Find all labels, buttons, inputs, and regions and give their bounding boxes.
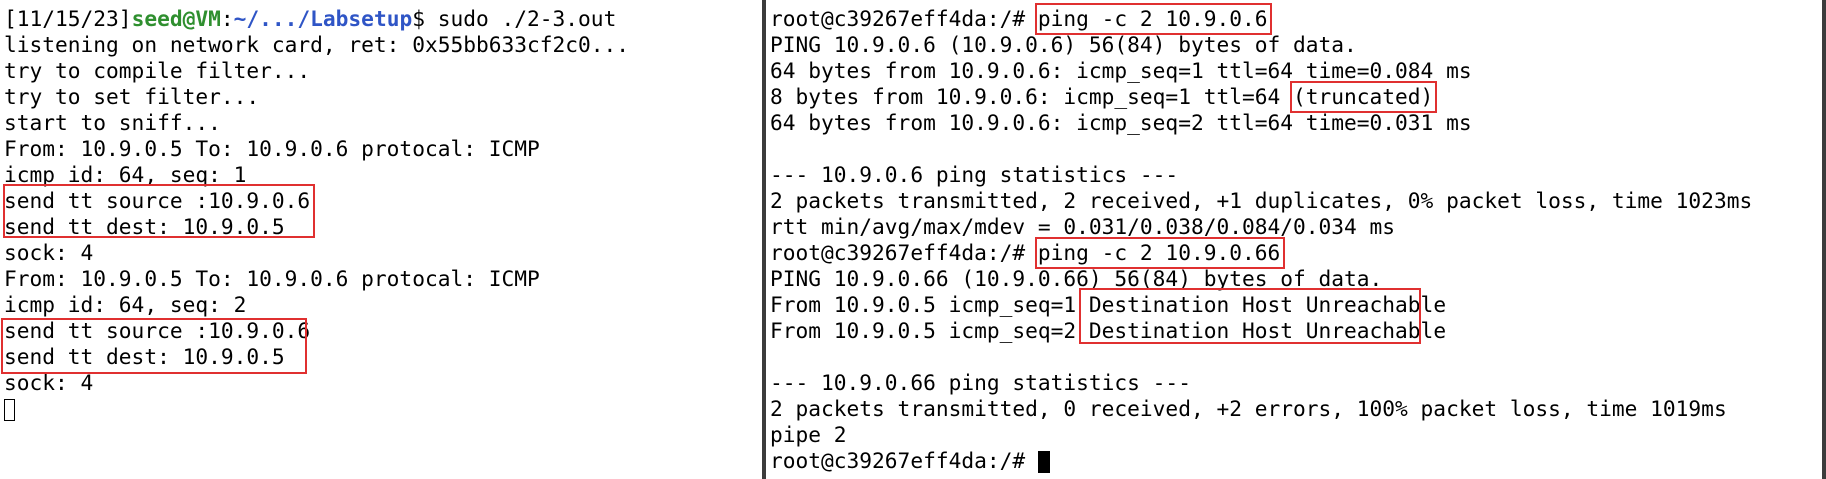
output-line: sock: 4 <box>4 240 94 265</box>
ping2-stats-header: --- 10.9.0.66 ping statistics --- <box>770 370 1191 395</box>
unreachable-line-1: From 10.9.0.5 icmp_seq=1 Destination Hos… <box>770 292 1826 318</box>
output-line-dest-2: send tt dest: 10.9.0.5 <box>4 344 285 369</box>
left-terminal[interactable]: [11/15/23]seed@VM:~/.../Labsetup$ sudo .… <box>0 0 762 479</box>
left-command: sudo ./2-3.out <box>424 6 617 31</box>
window-edge <box>1822 0 1826 479</box>
ping2-stats-summary: 2 packets transmitted, 0 received, +2 er… <box>770 396 1727 421</box>
ping1-stats-summary: 2 packets transmitted, 2 received, +1 du… <box>770 188 1753 213</box>
ping2-header: PING 10.9.0.66 (10.9.0.66) 56(84) bytes … <box>770 266 1383 291</box>
output-line: icmp id: 64, seq: 2 <box>4 292 247 317</box>
output-line: From: 10.9.0.5 To: 10.9.0.6 protocal: IC… <box>4 136 540 161</box>
prompt-symbol: $ <box>412 6 425 31</box>
command-ping-10-9-0-6: ping -c 2 10.9.0.6 <box>1037 6 1268 31</box>
root-prompt: root@c39267eff4da:/# <box>770 448 1038 473</box>
output-line: From: 10.9.0.5 To: 10.9.0.6 protocal: IC… <box>4 266 540 291</box>
screen: [11/15/23]seed@VM:~/.../Labsetup$ sudo .… <box>0 0 1826 479</box>
output-line: listening on network card, ret: 0x55bb63… <box>4 32 630 57</box>
output-line-source-1: send tt source :10.9.0.6 <box>4 188 311 213</box>
prompt-line-2: root@c39267eff4da:/# ping -c 2 10.9.0.66 <box>770 240 1826 266</box>
prompt-date: [11/15/23] <box>4 6 132 31</box>
output-line-source-2: send tt source :10.9.0.6 <box>4 318 311 343</box>
ping1-truncated-line: 8 bytes from 10.9.0.6: icmp_seq=1 ttl=64… <box>770 84 1826 110</box>
prompt-path: ~/.../Labsetup <box>233 6 413 31</box>
truncated-label: (truncated) <box>1293 84 1434 109</box>
prompt-line-3: root@c39267eff4da:/# <box>770 448 1826 474</box>
ping1-stats-header: --- 10.9.0.6 ping statistics --- <box>770 162 1179 187</box>
unreachable-message: Destination Host Unreachable <box>1088 292 1447 317</box>
left-terminal-output: [11/15/23]seed@VM:~/.../Labsetup$ sudo .… <box>4 6 762 422</box>
output-line: try to set filter... <box>4 84 260 109</box>
output-line: try to compile filter... <box>4 58 311 83</box>
root-prompt: root@c39267eff4da:/# <box>770 240 1038 265</box>
ping1-reply-1: 64 bytes from 10.9.0.6: icmp_seq=1 ttl=6… <box>770 58 1472 83</box>
command-ping-10-9-0-66: ping -c 2 10.9.0.66 <box>1037 240 1281 265</box>
root-prompt: root@c39267eff4da:/# <box>770 6 1038 31</box>
left-cursor-line <box>4 396 762 422</box>
ping1-rtt: rtt min/avg/max/mdev = 0.031/0.038/0.084… <box>770 214 1396 239</box>
left-prompt-line: [11/15/23]seed@VM:~/.../Labsetup$ sudo .… <box>4 6 762 32</box>
ping1-reply-2: 64 bytes from 10.9.0.6: icmp_seq=2 ttl=6… <box>770 110 1472 135</box>
output-line: start to sniff... <box>4 110 221 135</box>
output-line: sock: 4 <box>4 370 94 395</box>
ping1-header: PING 10.9.0.6 (10.9.0.6) 56(84) bytes of… <box>770 32 1357 57</box>
prompt-line-1: root@c39267eff4da:/# ping -c 2 10.9.0.6 <box>770 6 1826 32</box>
terminal-cursor <box>1037 451 1050 473</box>
unreachable-line-2: From 10.9.0.5 icmp_seq=2 Destination Hos… <box>770 318 1826 344</box>
unreachable-prefix: From 10.9.0.5 icmp_seq=2 <box>770 318 1089 343</box>
output-line-dest-1: send tt dest: 10.9.0.5 <box>4 214 285 239</box>
output-line: icmp id: 64, seq: 1 <box>4 162 247 187</box>
right-terminal[interactable]: root@c39267eff4da:/# ping -c 2 10.9.0.6 … <box>766 0 1826 479</box>
prompt-user: seed@VM <box>131 6 221 31</box>
truncated-prefix: 8 bytes from 10.9.0.6: icmp_seq=1 ttl=64 <box>770 84 1293 109</box>
prompt-separator: : <box>220 6 234 31</box>
unreachable-message: Destination Host Unreachable <box>1088 318 1447 343</box>
pipe-line: pipe 2 <box>770 422 847 447</box>
terminal-cursor <box>4 399 15 421</box>
right-terminal-output: root@c39267eff4da:/# ping -c 2 10.9.0.6 … <box>770 6 1826 474</box>
unreachable-prefix: From 10.9.0.5 icmp_seq=1 <box>770 292 1089 317</box>
